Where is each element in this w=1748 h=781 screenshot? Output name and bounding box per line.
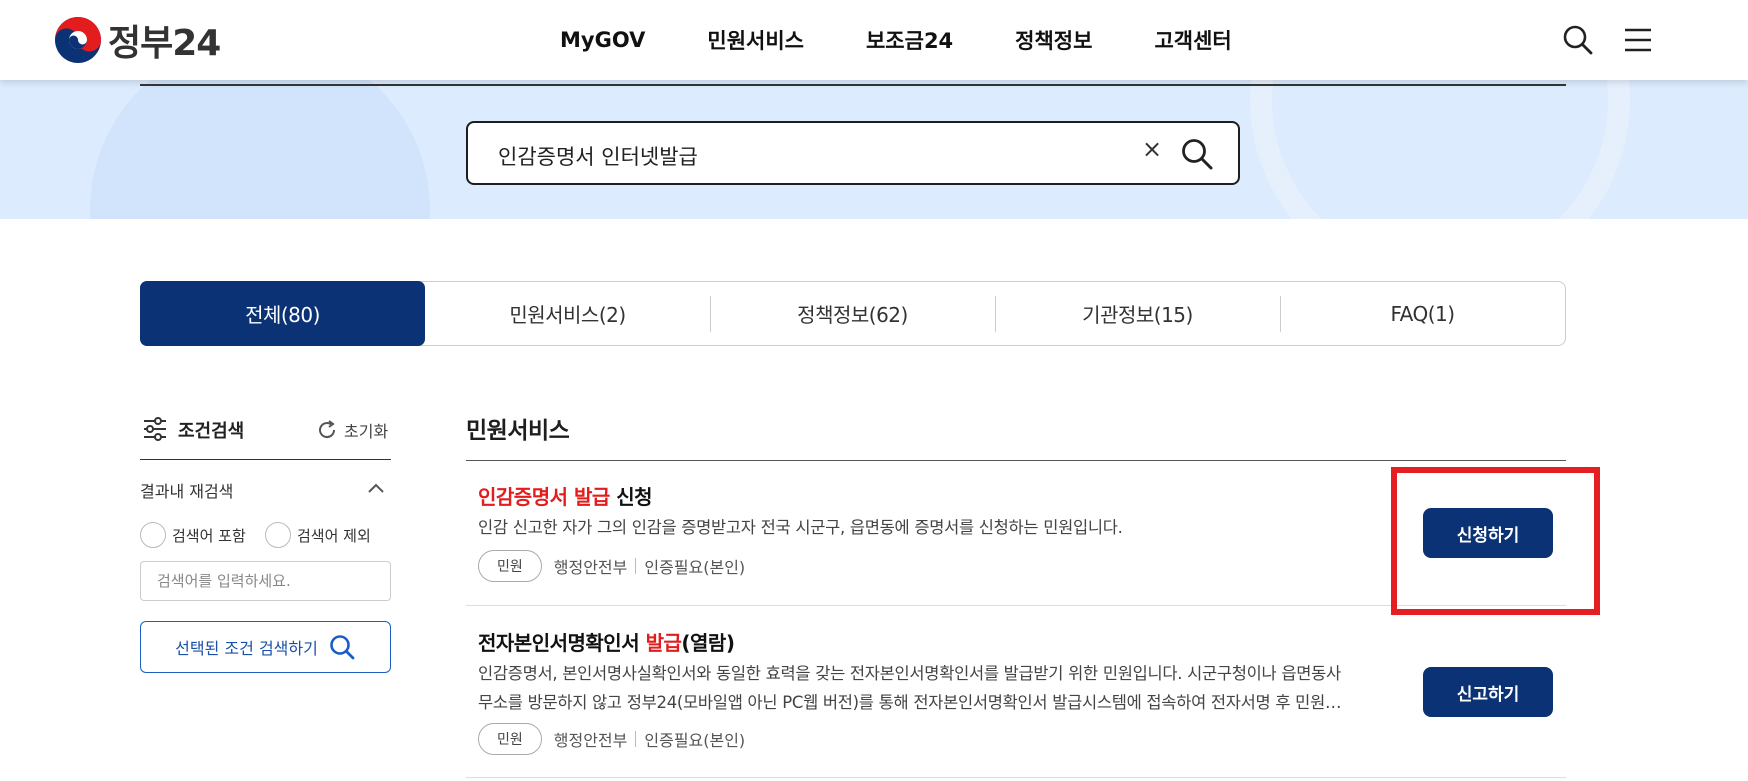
title-text: 신청 <box>609 485 653 509</box>
search-query[interactable]: 인감증명서 인터넷발급 <box>498 141 698 171</box>
radio-include[interactable]: 검색어 포함 <box>140 522 246 548</box>
tab-civil-services[interactable]: 민원서비스(2) <box>425 282 710 345</box>
nav-mygov[interactable]: MyGOV <box>560 28 645 52</box>
hamburger-menu-icon[interactable] <box>1622 24 1654 56</box>
description-line: 무소를 방문하지 않고 정부24(모바일앱 아닌 PC웹 버전)를 통해 전자본… <box>478 693 1342 712</box>
tab-faq[interactable]: FAQ(1) <box>1280 282 1565 345</box>
result-meta: 민원 행정안전부 인증필요(본인) <box>478 550 745 582</box>
chevron-up-icon[interactable] <box>366 478 386 498</box>
divider <box>140 84 1566 86</box>
agency-name: 행정안전부 <box>553 731 628 750</box>
result-meta: 민원 행정안전부 인증필요(본인) <box>478 723 745 755</box>
sliders-icon <box>144 417 166 441</box>
reset-button[interactable]: 초기화 <box>316 418 388 442</box>
logo[interactable]: 정부24 <box>54 16 221 64</box>
site-header: 정부24 MyGOV 민원서비스 보조금24 정책정보 고객센터 <box>0 0 1748 80</box>
banner-decoration <box>90 80 430 219</box>
search-icon <box>330 635 355 660</box>
report-button[interactable]: 신고하기 <box>1423 667 1553 717</box>
divider <box>466 777 1566 778</box>
nav-civil-services[interactable]: 민원서비스 <box>707 25 804 55</box>
tab-policy-info[interactable]: 정책정보(62) <box>710 282 995 345</box>
tab-all[interactable]: 전체(80) <box>140 281 425 346</box>
refine-search-input[interactable] <box>140 561 391 601</box>
tab-agency-info[interactable]: 기관정보(15) <box>995 282 1280 345</box>
filter-title: 조건검색 <box>178 421 245 442</box>
nav-policy-info[interactable]: 정책정보 <box>1015 25 1092 55</box>
title-text: (열람) <box>681 631 735 655</box>
nav-subsidy24[interactable]: 보조금24 <box>866 25 953 55</box>
description-line: 인감증명서, 본인서명사실확인서와 동일한 효력을 갖는 전자본인서명확인서를 … <box>478 664 1341 683</box>
refresh-icon <box>319 420 336 439</box>
highlight-annotation-box <box>1391 467 1600 615</box>
radio-exclude-circle[interactable] <box>265 522 291 548</box>
list-item: 전자본인서명확인서 발급(열람) 인감증명서, 본인서명사실확인서와 동일한 효… <box>466 627 1566 777</box>
divider <box>466 460 1566 461</box>
header-search-icon[interactable] <box>1562 24 1594 56</box>
nav-customer-center[interactable]: 고객센터 <box>1154 25 1231 55</box>
auth-requirement: 인증필요(본인) <box>644 731 746 750</box>
main-nav: MyGOV 민원서비스 보조금24 정책정보 고객센터 <box>560 0 1294 80</box>
result-description: 인감 신고한 자가 그의 인감을 증명받고자 전국 시군구, 읍면동에 증명서를… <box>478 518 1123 537</box>
auth-requirement: 인증필요(본인) <box>644 558 746 577</box>
clear-icon[interactable]: × <box>1142 135 1162 163</box>
meta-divider <box>635 558 637 574</box>
section-title: 민원서비스 <box>466 418 570 444</box>
apply-filter-label: 선택된 조건 검색하기 <box>175 639 318 658</box>
radio-exclude[interactable]: 검색어 제외 <box>265 522 371 548</box>
title-text: 전자본인서명확인서 <box>478 631 646 655</box>
logo-text: 정부24 <box>108 23 221 64</box>
radio-include-label: 검색어 포함 <box>172 526 246 545</box>
radio-include-circle[interactable] <box>140 522 166 548</box>
filter-header: 조건검색 초기화 <box>140 414 391 460</box>
category-badge: 민원 <box>478 550 542 582</box>
title-highlight: 발급 <box>573 485 610 509</box>
refine-title: 결과내 재검색 <box>140 482 234 501</box>
agency-name: 행정안전부 <box>553 558 628 577</box>
result-title[interactable]: 전자본인서명확인서 발급(열람) <box>478 627 735 656</box>
apply-filter-button[interactable]: 선택된 조건 검색하기 <box>140 621 391 673</box>
result-title[interactable]: 인감증명서 발급 신청 <box>478 481 653 510</box>
banner-decoration <box>1250 80 1630 219</box>
search-input[interactable]: 인감증명서 인터넷발급 × <box>466 121 1240 185</box>
radio-exclude-label: 검색어 제외 <box>297 526 371 545</box>
title-highlight: 발급 <box>645 631 682 655</box>
search-icon[interactable] <box>1180 137 1214 171</box>
reset-label: 초기화 <box>344 422 389 441</box>
meta-divider <box>635 731 637 747</box>
result-description: 인감증명서, 본인서명사실확인서와 동일한 효력을 갖는 전자본인서명확인서를 … <box>478 659 1398 717</box>
result-tabs: 전체(80) 민원서비스(2) 정책정보(62) 기관정보(15) FAQ(1) <box>140 281 1566 346</box>
category-badge: 민원 <box>478 723 542 755</box>
taegeuk-logo-icon <box>55 17 101 63</box>
title-highlight: 인감증명서 <box>478 485 568 509</box>
